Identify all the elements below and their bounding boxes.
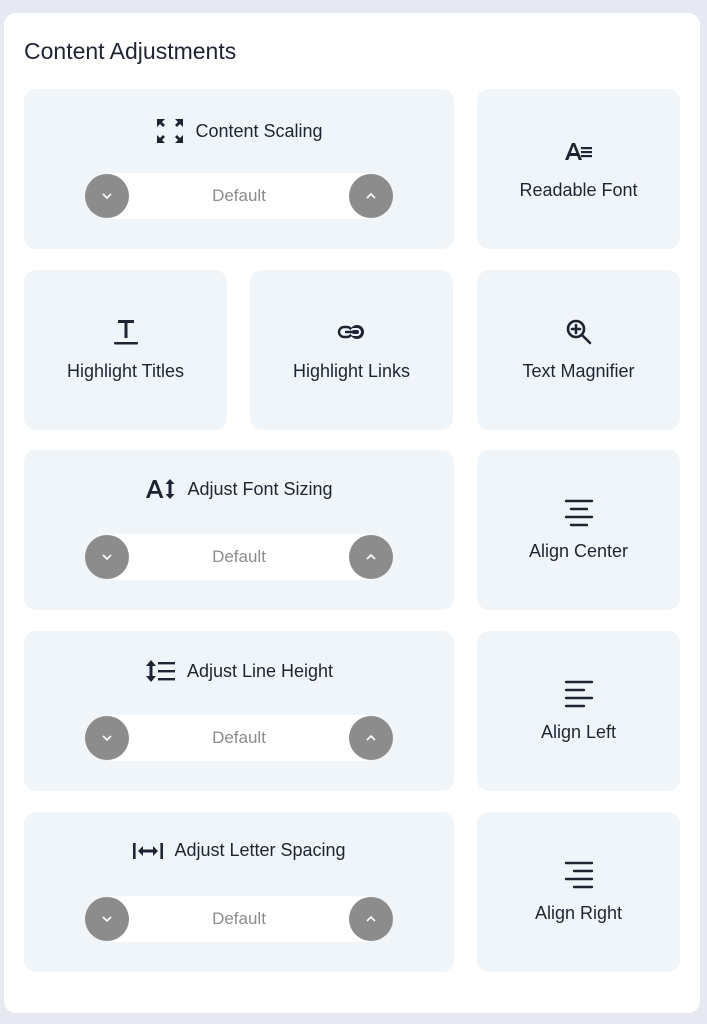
panel-title: Content Adjustments (24, 38, 237, 64)
content-scaling-increase-button[interactable] (349, 174, 393, 218)
line-height-card: Adjust Line Height Default (24, 631, 454, 791)
align-left-label: Align Left (540, 721, 617, 742)
font-sizing-card: Adjust Font Sizing Default (24, 450, 454, 610)
letter-spacing-label: Adjust Letter Spacing (174, 840, 346, 860)
align-center-label: Align Center (528, 540, 629, 561)
chevron-down-icon (102, 916, 112, 923)
font-sizing-decrease-button[interactable] (85, 535, 129, 579)
letter-spacing-card: Adjust Letter Spacing Default (24, 812, 454, 972)
zoom-in-icon (565, 319, 593, 345)
underline-t-icon (113, 319, 139, 345)
highlight-titles-label: Highlight Titles (66, 360, 185, 381)
font-sizing-stepper[interactable]: Default (85, 534, 393, 580)
highlight-links-card[interactable]: Highlight Links (250, 270, 453, 430)
readable-font-icon (564, 138, 594, 164)
content-adjustments-panel: Content Adjustments Content Scaling Defa… (4, 13, 700, 1013)
link-icon (337, 319, 367, 345)
align-left-card[interactable]: Align Left (477, 631, 680, 791)
align-right-label: Align Right (534, 902, 623, 923)
line-height-decrease-button[interactable] (85, 716, 129, 760)
align-right-icon (564, 861, 594, 888)
content-scaling-card: Content Scaling Default (24, 89, 454, 249)
align-right-card[interactable]: Align Right (477, 812, 680, 972)
align-left-icon (564, 680, 594, 707)
line-height-increase-button[interactable] (349, 716, 393, 760)
chevron-up-icon (366, 553, 376, 560)
chevron-up-icon (366, 734, 376, 741)
letter-spacing-decrease-button[interactable] (85, 897, 129, 941)
expand-arrows-icon (155, 117, 185, 145)
chevron-down-icon (102, 554, 112, 561)
text-magnifier-card[interactable]: Text Magnifier (477, 270, 680, 430)
letter-spacing-icon (132, 841, 164, 861)
content-scaling-value: Default (212, 186, 266, 205)
align-center-card[interactable]: Align Center (477, 450, 680, 610)
line-height-value: Default (212, 728, 266, 747)
align-center-icon (564, 499, 594, 526)
line-height-label: Adjust Line Height (186, 660, 334, 681)
letter-spacing-increase-button[interactable] (349, 897, 393, 941)
content-scaling-decrease-button[interactable] (85, 174, 129, 218)
content-scaling-stepper[interactable]: Default (85, 173, 393, 219)
content-scaling-label: Content Scaling (195, 120, 323, 141)
highlight-titles-card[interactable]: Highlight Titles (24, 270, 227, 430)
line-height-stepper[interactable]: Default (85, 715, 393, 761)
font-sizing-increase-button[interactable] (349, 535, 393, 579)
chevron-up-icon (366, 915, 376, 922)
readable-font-label: Readable Font (519, 179, 638, 200)
chevron-down-icon (102, 735, 112, 742)
highlight-links-label: Highlight Links (292, 360, 411, 381)
font-sizing-label: Adjust Font Sizing (187, 478, 333, 499)
font-sizing-value: Default (212, 547, 266, 566)
chevron-down-icon (102, 193, 112, 200)
font-size-icon (145, 478, 177, 500)
letter-spacing-stepper[interactable]: Default (85, 896, 393, 942)
line-height-icon (145, 659, 177, 683)
readable-font-card[interactable]: Readable Font (477, 89, 680, 249)
letter-spacing-value: Default (212, 909, 266, 928)
chevron-up-icon (366, 192, 376, 199)
text-magnifier-label: Text Magnifier (522, 360, 635, 381)
